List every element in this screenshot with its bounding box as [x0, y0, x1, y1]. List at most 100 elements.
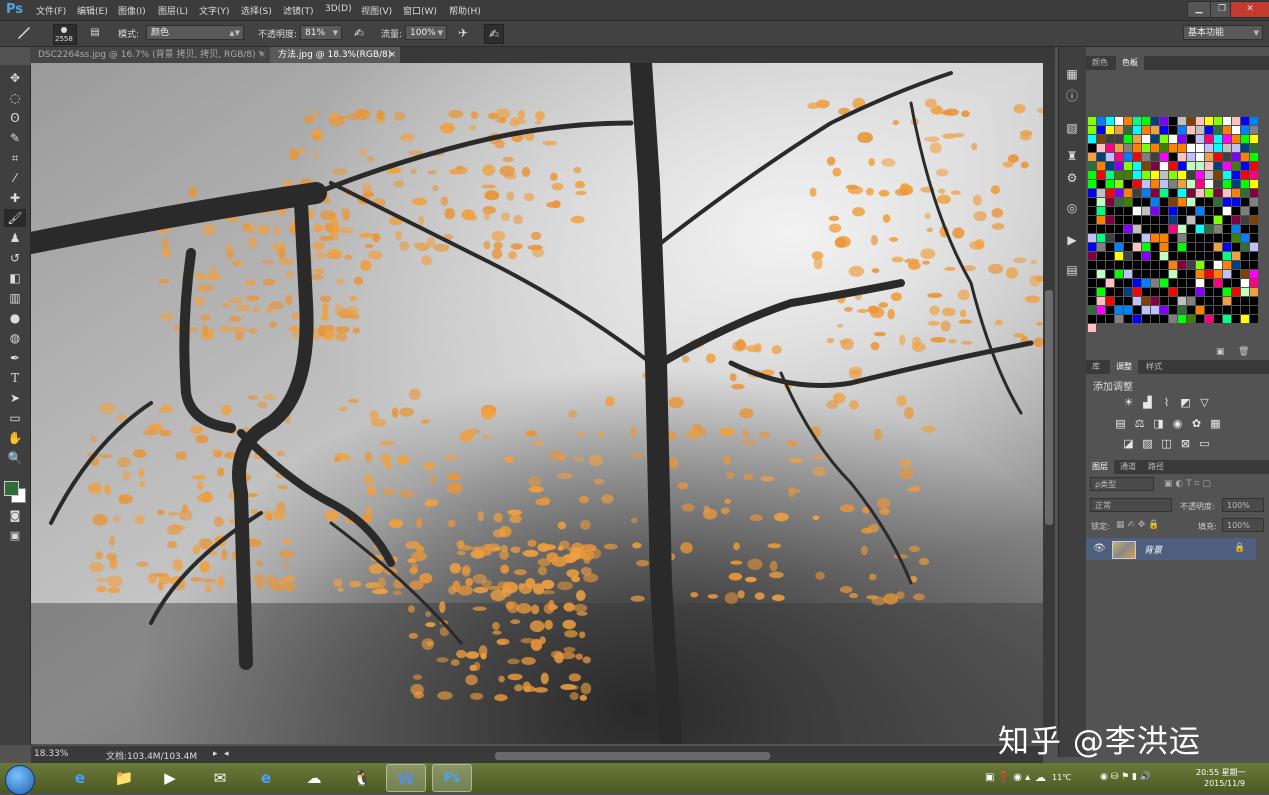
swatch[interactable] [1097, 171, 1105, 179]
swatch[interactable] [1133, 153, 1141, 161]
menu-type[interactable]: 文字(Y) [199, 4, 230, 17]
swatch[interactable] [1142, 234, 1150, 242]
swatch[interactable] [1214, 279, 1222, 287]
swatch[interactable] [1241, 225, 1249, 233]
zoom-icon[interactable]: 🔍 [4, 449, 26, 467]
swatch[interactable] [1124, 297, 1132, 305]
swatch[interactable] [1097, 252, 1105, 260]
swatch[interactable] [1241, 261, 1249, 269]
brush-size-picker[interactable]: 2558 [53, 24, 77, 45]
swatch[interactable] [1241, 252, 1249, 260]
swatch[interactable] [1178, 288, 1186, 296]
swatch[interactable] [1214, 126, 1222, 134]
swatch[interactable] [1232, 234, 1240, 242]
marquee-icon[interactable]: ◌ [4, 89, 26, 107]
opacity-field[interactable]: 81% ▼ [300, 25, 342, 40]
type-icon[interactable]: T [4, 369, 26, 387]
swatch[interactable] [1205, 198, 1213, 206]
layer-opacity-field[interactable]: 100% [1222, 498, 1264, 512]
swatch[interactable] [1142, 117, 1150, 125]
swatch[interactable] [1097, 225, 1105, 233]
tab-close-icon[interactable]: × [258, 47, 266, 63]
swatch[interactable] [1178, 198, 1186, 206]
swatch[interactable] [1214, 207, 1222, 215]
swatch[interactable] [1115, 117, 1123, 125]
quick-mask-icon[interactable]: ◙ [4, 507, 26, 525]
minimize-button[interactable]: ▁ [1187, 1, 1211, 18]
swatch[interactable] [1115, 126, 1123, 134]
swatch[interactable] [1115, 180, 1123, 188]
swatch[interactable] [1250, 306, 1258, 314]
swatch[interactable] [1133, 234, 1141, 242]
swatch[interactable] [1241, 153, 1249, 161]
swatch[interactable] [1241, 234, 1249, 242]
swatch[interactable] [1205, 171, 1213, 179]
swatch[interactable] [1232, 126, 1240, 134]
swatch[interactable] [1151, 144, 1159, 152]
swatch[interactable] [1250, 279, 1258, 287]
swatch[interactable] [1124, 270, 1132, 278]
layer-name[interactable]: 背景 [1144, 543, 1162, 556]
chat-app-icon[interactable]: 🐧 [342, 764, 382, 792]
delete-swatch-icon[interactable]: 🗑 [1238, 347, 1249, 357]
swatch[interactable] [1241, 162, 1249, 170]
tab-close-icon[interactable]: × [388, 47, 396, 63]
swatch[interactable] [1196, 153, 1204, 161]
swatch[interactable] [1196, 117, 1204, 125]
swatch[interactable] [1241, 198, 1249, 206]
swatch[interactable] [1169, 162, 1177, 170]
swatch[interactable] [1151, 225, 1159, 233]
swatch[interactable] [1187, 180, 1195, 188]
swatch[interactable] [1097, 261, 1105, 269]
swatch[interactable] [1151, 180, 1159, 188]
path-select-icon[interactable]: ➤ [4, 389, 26, 407]
swatch[interactable] [1250, 297, 1258, 305]
swatch[interactable] [1088, 216, 1096, 224]
swatch[interactable] [1142, 144, 1150, 152]
swatch[interactable] [1169, 297, 1177, 305]
swatch[interactable] [1133, 135, 1141, 143]
swatch[interactable] [1106, 288, 1114, 296]
pressure-opacity-icon[interactable]: ✍ [350, 24, 368, 42]
swatch[interactable] [1106, 315, 1114, 323]
horizontal-scroll-thumb[interactable] [495, 752, 770, 760]
swatch[interactable] [1196, 207, 1204, 215]
swatch[interactable] [1088, 207, 1096, 215]
swatch[interactable] [1205, 279, 1213, 287]
brightness-icon[interactable]: ☀ [1122, 396, 1135, 409]
menu-view[interactable]: 视图(V) [361, 4, 392, 17]
swatch[interactable] [1115, 234, 1123, 242]
swatch[interactable] [1196, 234, 1204, 242]
tab-document-1[interactable]: DSC2264ss.jpg @ 16.7% (背景 拷贝, 拷贝, RGB/8)… [30, 47, 270, 63]
eraser-icon[interactable]: ◧ [4, 269, 26, 287]
swatch[interactable] [1124, 153, 1132, 161]
menu-image[interactable]: 图像(I) [118, 4, 146, 17]
swatch[interactable] [1097, 162, 1105, 170]
swatch[interactable] [1187, 297, 1195, 305]
swatch[interactable] [1196, 261, 1204, 269]
swatch[interactable] [1160, 216, 1168, 224]
swatch[interactable] [1160, 243, 1168, 251]
swatch[interactable] [1169, 180, 1177, 188]
swatch[interactable] [1097, 243, 1105, 251]
swatch[interactable] [1124, 279, 1132, 287]
swatch[interactable] [1151, 315, 1159, 323]
swatch[interactable] [1232, 288, 1240, 296]
swatch[interactable] [1088, 144, 1096, 152]
swatch[interactable] [1178, 207, 1186, 215]
visibility-eye-icon[interactable]: 👁 [1093, 543, 1106, 554]
photoshop-taskbar-icon[interactable]: Ps [432, 764, 472, 792]
mail-icon[interactable]: ✉ [200, 764, 240, 792]
swatch[interactable] [1187, 279, 1195, 287]
swatch[interactable] [1196, 306, 1204, 314]
swatch[interactable] [1187, 243, 1195, 251]
swatch[interactable] [1160, 252, 1168, 260]
tool-presets-icon[interactable]: ◎ [1063, 199, 1081, 217]
swatch[interactable] [1205, 162, 1213, 170]
swatch[interactable] [1097, 117, 1105, 125]
swatch[interactable] [1106, 153, 1114, 161]
swatch[interactable] [1187, 126, 1195, 134]
swatch[interactable] [1106, 297, 1114, 305]
swatch[interactable] [1214, 144, 1222, 152]
blur-icon[interactable]: ● [4, 309, 26, 327]
